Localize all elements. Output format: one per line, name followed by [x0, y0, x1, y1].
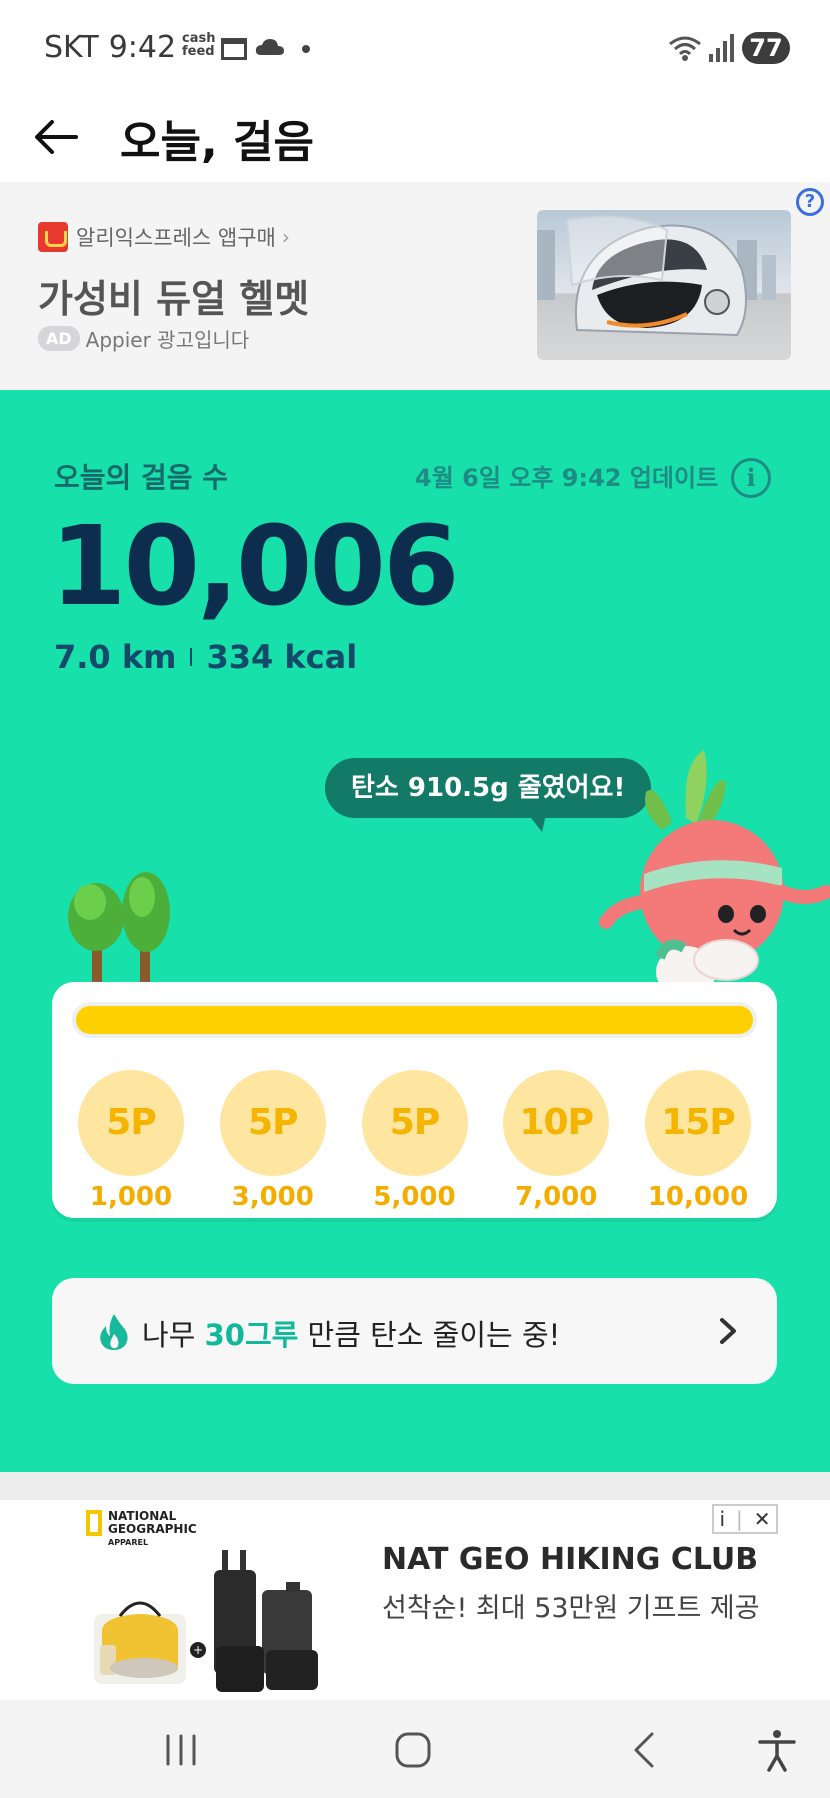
arrow-left-icon[interactable]: [30, 110, 84, 164]
point-coin[interactable]: 5P: [219, 1070, 326, 1176]
milestone-steps: 5,000: [373, 1182, 456, 1212]
ad-choices-divider: |: [736, 1507, 743, 1531]
info-icon[interactable]: i: [731, 458, 771, 498]
helmet-illustration: [537, 215, 776, 337]
milestone-steps: 10,000: [647, 1182, 749, 1212]
steps-label: 오늘의 걸음 수: [54, 461, 229, 494]
recent-apps-icon[interactable]: [156, 1728, 206, 1772]
wifi-icon: [669, 36, 701, 61]
app-bar: 오늘, 걸음: [0, 100, 830, 180]
ng-frame-icon: [86, 1510, 102, 1536]
ad-title: NAT GEO HIKING CLUB: [382, 1542, 759, 1577]
point-coin[interactable]: 5P: [78, 1070, 184, 1176]
milestone-item[interactable]: 10P 7,000: [503, 1070, 610, 1212]
page-title: 오늘, 걸음: [120, 117, 314, 168]
battery-icon: 77: [742, 32, 790, 64]
step-progress-bar: [72, 1002, 757, 1038]
svg-text:+: +: [193, 1643, 203, 1657]
point-coin[interactable]: 10P: [503, 1070, 610, 1176]
status-carrier: SKT 9:42: [44, 30, 176, 65]
ad-sponsor: Appier 광고입니다: [85, 328, 250, 352]
ad-badge: AD: [38, 326, 80, 351]
carrier-name: SKT: [44, 30, 99, 65]
milestone-item[interactable]: 5P 1,000: [78, 1070, 184, 1212]
point-coin[interactable]: 5P: [361, 1070, 468, 1176]
national-geographic-logo: NATIONAL GEOGRAPHIC APPAREL: [86, 1510, 197, 1549]
bottom-ad-banner[interactable]: NATIONAL GEOGRAPHIC APPAREL + i | ✕ NAT …: [0, 1500, 830, 1700]
ad-brand-name: 알리익스프레스 앱구매: [76, 226, 276, 250]
milestone-item[interactable]: 5P 3,000: [219, 1070, 326, 1212]
progress-fill: [76, 1006, 753, 1034]
luggage-product-image: +: [94, 1550, 318, 1692]
step-count: 10,006: [50, 502, 459, 630]
ad-info-icon[interactable]: i: [719, 1507, 725, 1531]
point-coin[interactable]: 15P: [645, 1070, 751, 1176]
tree-carbon-banner[interactable]: 나무 30그루 만큼 탄소 줄이는 중!: [52, 1278, 777, 1384]
ad-description: 선착순! 최대 53만원 기프트 제공: [382, 1593, 760, 1624]
fire-icon: [100, 1314, 128, 1350]
system-nav-bar: [0, 1700, 830, 1798]
signal-icon: [709, 34, 734, 62]
ng-logo-text: NATIONAL GEOGRAPHIC APPAREL: [108, 1510, 197, 1549]
ad-helmet-image[interactable]: [537, 210, 791, 360]
tree-banner-text: 나무 30그루 만큼 탄소 줄이는 중!: [142, 1312, 560, 1354]
tree-count: 30그루: [204, 1318, 299, 1352]
reward-card: 5P 1,000 5P 3,000 5P 5,000 10P 7,000 15P…: [52, 982, 777, 1218]
trees-illustration: [68, 872, 170, 982]
ad-headline: 가성비 듀얼 헬멧: [38, 277, 310, 321]
milestone-list: 5P 1,000 5P 3,000 5P 5,000 10P 7,000 15P…: [78, 1070, 751, 1212]
milestone-item[interactable]: 15P 10,000: [645, 1070, 751, 1212]
cashfeed-icon: cash feed: [182, 31, 216, 59]
ng-logo-line2: GEOGRAPHIC: [108, 1522, 197, 1536]
stats-divider: [190, 648, 193, 666]
top-ad-banner[interactable]: ? 알리익스프레스 앱구매 › 가성비 듀얼 헬멧 AD Appier 광고입니…: [0, 182, 830, 390]
ad-sponsor-row: AD Appier 광고입니다: [38, 324, 249, 353]
stats-row: 7.0 km 334 kcal: [54, 638, 357, 676]
chevron-right-icon[interactable]: [710, 1312, 746, 1350]
ad-choices[interactable]: i | ✕: [712, 1504, 778, 1534]
home-icon[interactable]: [388, 1728, 438, 1772]
distance-value: 7.0 km: [54, 638, 177, 676]
accessibility-icon[interactable]: [752, 1728, 802, 1772]
update-timestamp: 4월 6일 오후 9:42 업데이트: [415, 464, 719, 492]
ng-logo-line3: APPAREL: [108, 1538, 149, 1547]
aliexpress-logo-icon: [38, 222, 68, 252]
radish-mascot-illustration: [599, 750, 830, 998]
cloud-icon: [255, 39, 284, 55]
ad-help-icon[interactable]: ?: [796, 188, 824, 216]
calories-value: 334 kcal: [206, 638, 358, 676]
tree-text-prefix: 나무: [142, 1318, 205, 1352]
back-icon[interactable]: [620, 1728, 670, 1772]
milestone-steps: 3,000: [231, 1182, 314, 1212]
steps-section: 오늘의 걸음 수 4월 6일 오후 9:42 업데이트 i 10,006 7.0…: [0, 390, 830, 1472]
section-divider: [0, 1472, 830, 1500]
ad-brand-row[interactable]: 알리익스프레스 앱구매 ›: [38, 222, 290, 252]
chevron-right-icon: ›: [281, 225, 290, 249]
ad-close-icon[interactable]: ✕: [754, 1507, 771, 1531]
status-bar: SKT 9:42 cash feed 77: [0, 0, 830, 100]
status-time: 9:42: [108, 30, 177, 65]
calendar-icon: [221, 38, 247, 60]
tree-text-suffix: 만큼 탄소 줄이는 중!: [298, 1318, 561, 1352]
milestone-steps: 1,000: [89, 1182, 173, 1212]
milestone-steps: 7,000: [515, 1182, 598, 1212]
milestone-item[interactable]: 5P 5,000: [361, 1070, 468, 1212]
dot-icon: [302, 45, 310, 53]
speech-bubble-tail: [528, 814, 546, 832]
